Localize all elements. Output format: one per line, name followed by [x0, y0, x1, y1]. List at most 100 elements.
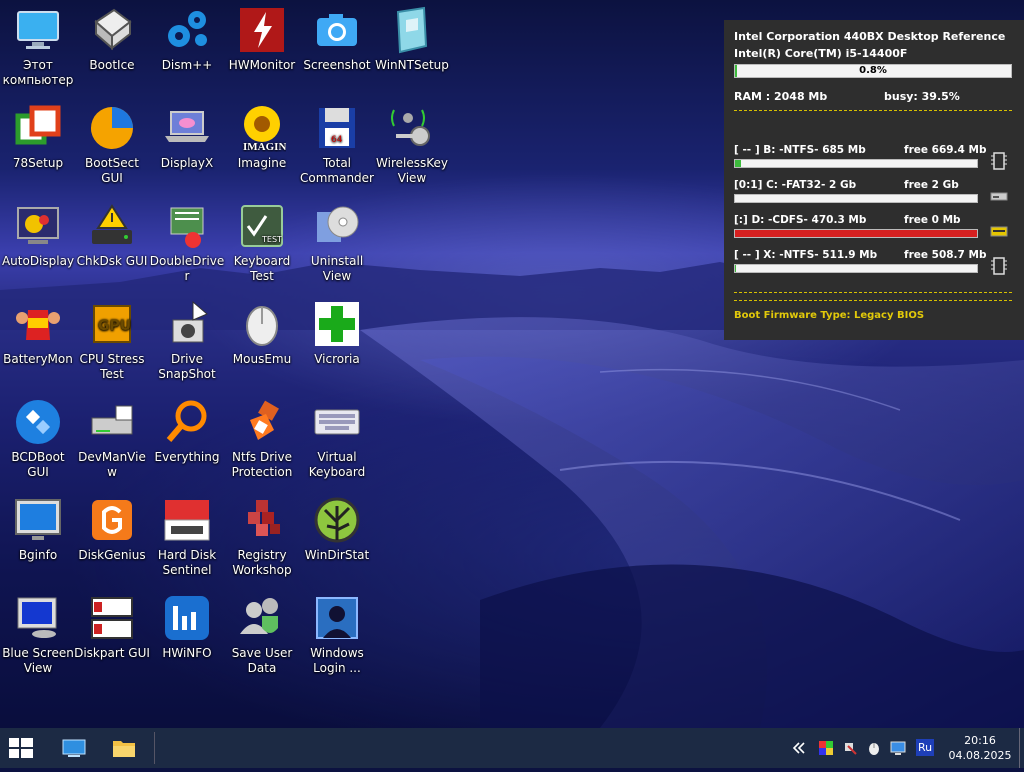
camera-icon	[313, 6, 361, 54]
desktop-shortcut[interactable]: Этот компьютер	[0, 4, 76, 98]
registry-cubes-icon	[238, 496, 286, 544]
drive-info: [0:1] C: -FAT32- 2 Gb	[734, 179, 857, 191]
cpu-name: Intel(R) Core(TM) i5-14400F	[734, 47, 908, 60]
desktop-shortcut[interactable]: WinNTSetup	[374, 4, 450, 98]
ram-chip-icon	[990, 152, 1008, 170]
desktop-icon	[62, 739, 86, 757]
shortcut-label: 78Setup	[12, 156, 64, 170]
start-button[interactable]	[0, 728, 44, 768]
shortcut-label: Everything	[154, 450, 220, 464]
shortcut-label: BatteryMon	[3, 352, 73, 366]
mouse-tray-icon[interactable]	[866, 740, 882, 756]
desktop-shortcut[interactable]: Virtual Keyboard	[299, 396, 375, 490]
shortcut-label: DevManView	[78, 450, 146, 479]
laptop-icon	[163, 104, 211, 152]
desktop-shortcut[interactable]: Bginfo	[0, 494, 76, 588]
desktop-shortcut[interactable]: GPU CPU Stress Test	[74, 298, 150, 392]
shortcut-label: WinDirStat	[304, 548, 370, 562]
desktop-shortcut[interactable]: Blue Screen View	[0, 592, 76, 686]
desktop-shortcut[interactable]: WirelessKey View	[374, 102, 450, 196]
battery-icon	[14, 300, 62, 348]
shortcut-label: Этот компьютер	[2, 58, 74, 87]
desktop-shortcut[interactable]: Diskpart GUI	[74, 592, 150, 686]
magnifier-icon	[163, 398, 211, 446]
desktop-shortcut[interactable]: Hard Disk Sentinel	[149, 494, 225, 588]
svg-text:IMAGINE: IMAGINE	[243, 141, 286, 152]
file-explorer-button[interactable]	[102, 728, 146, 768]
snapshot-icon	[163, 300, 211, 348]
svg-text:TEST: TEST	[261, 235, 282, 244]
windirstat-icon	[313, 496, 361, 544]
monitor-tray-icon[interactable]	[890, 740, 906, 756]
desktop-shortcut[interactable]: Vicroria	[299, 298, 375, 392]
shortcut-label: BootIce	[89, 58, 135, 72]
gears-icon	[163, 6, 211, 54]
shortcut-label: DiskGenius	[78, 548, 146, 562]
shortcut-label: Keyboard Test	[233, 254, 291, 283]
desktop-shortcut[interactable]: HWMonitor	[224, 4, 300, 98]
chevron-left-icon[interactable]	[792, 740, 808, 756]
desktop-shortcut[interactable]: DiskGenius	[74, 494, 150, 588]
desktop-shortcut[interactable]: BatteryMon	[0, 298, 76, 392]
desktop-shortcut[interactable]: Save User Data	[224, 592, 300, 686]
optical-drive-icon	[990, 222, 1008, 240]
desktop-shortcut[interactable]: DevManView	[74, 396, 150, 490]
drive-free-space: free 669.4 Mb	[904, 144, 987, 156]
tool-icon[interactable]	[842, 740, 858, 756]
desktop-shortcut[interactable]: BootIce	[74, 4, 150, 98]
shortcut-label: HWiNFO	[162, 646, 212, 660]
busy-info: busy: 39.5%	[884, 90, 960, 103]
shortcut-label: Hard Disk Sentinel	[157, 548, 217, 577]
svg-text:GPU: GPU	[98, 318, 131, 334]
show-desktop-corner[interactable]	[1019, 728, 1024, 768]
clock-time: 20:16	[964, 734, 996, 747]
desktop-shortcut[interactable]: AutoDisplay	[0, 200, 76, 294]
desktop-shortcut[interactable]: Screenshot	[299, 4, 375, 98]
diskpart-icon	[88, 594, 136, 642]
desktop-shortcut[interactable]: Registry Workshop	[224, 494, 300, 588]
divider	[734, 300, 1012, 301]
desktop-shortcut[interactable]: BCDBoot GUI	[0, 396, 76, 490]
desktop-shortcut[interactable]: Uninstall View	[299, 200, 375, 294]
shortcut-label: DoubleDriver	[149, 254, 225, 283]
shortcut-label: Save User Data	[231, 646, 293, 675]
drive-usage-bar	[734, 159, 978, 168]
desktop-shortcut[interactable]: Dism++	[149, 4, 225, 98]
desktop-shortcut[interactable]: Everything	[149, 396, 225, 490]
shortcut-label: DisplayX	[160, 156, 214, 170]
taskbar: Ru 20:16 04.08.2025	[0, 728, 1024, 768]
firmware-type: Boot Firmware Type: Legacy BIOS	[734, 310, 925, 321]
bootice-icon	[88, 6, 136, 54]
show-desktop-button[interactable]	[52, 728, 96, 768]
desktop-shortcut[interactable]: Ntfs Drive Protection	[224, 396, 300, 490]
windows-logo-icon	[9, 738, 33, 758]
desktop-shortcut[interactable]: HWiNFO	[149, 592, 225, 686]
desktop-shortcut[interactable]: DisplayX	[149, 102, 225, 196]
desktop-shortcut[interactable]: Windows Login ...	[299, 592, 375, 686]
computer-icon	[14, 6, 62, 54]
shortcut-label: MousEmu	[232, 352, 292, 366]
hwmonitor-icon	[238, 6, 286, 54]
desktop-shortcut[interactable]: TEST Keyboard Test	[224, 200, 300, 294]
svg-text:64: 64	[331, 135, 343, 145]
virtual-keyboard-icon	[313, 398, 361, 446]
warning-drive-icon	[88, 202, 136, 250]
paint-palette-icon	[14, 202, 62, 250]
shortcut-label: Drive SnapShot	[158, 352, 216, 381]
desktop-shortcut[interactable]: 64 Total Commander	[299, 102, 375, 196]
shortcut-label: Blue Screen View	[2, 646, 74, 675]
shortcut-label: Imagine	[237, 156, 287, 170]
desktop-shortcut[interactable]: DoubleDriver	[149, 200, 225, 294]
hwinfo-icon	[163, 594, 211, 642]
desktop-shortcut[interactable]: Drive SnapShot	[149, 298, 225, 392]
language-indicator[interactable]: Ru	[916, 739, 934, 756]
desktop-shortcut[interactable]: WinDirStat	[299, 494, 375, 588]
desktop-shortcut[interactable]: 78Setup	[0, 102, 76, 196]
color-grid-icon[interactable]	[818, 740, 834, 756]
desktop-shortcut[interactable]: BootSect GUI	[74, 102, 150, 196]
desktop-shortcut[interactable]: MousEmu	[224, 298, 300, 392]
desktop-shortcut[interactable]: IMAGINE Imagine	[224, 102, 300, 196]
usb-shield-icon	[238, 398, 286, 446]
desktop-shortcut[interactable]: ChkDsk GUI	[74, 200, 150, 294]
clock[interactable]: 20:16 04.08.2025	[944, 733, 1016, 763]
